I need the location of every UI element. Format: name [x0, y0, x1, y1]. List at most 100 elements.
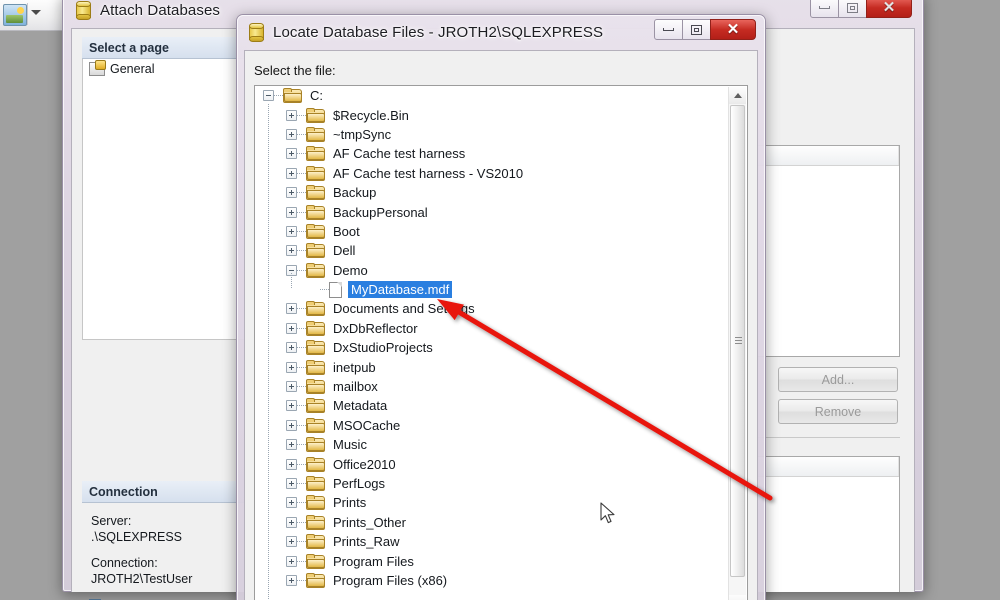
expand-icon[interactable]	[286, 225, 297, 237]
minimize-button[interactable]	[810, 0, 839, 18]
expand-icon[interactable]	[286, 206, 297, 218]
close-button[interactable]: ✕	[866, 0, 912, 18]
scroll-up-button[interactable]	[729, 87, 746, 104]
tree-item[interactable]: inetpub	[255, 357, 728, 376]
chevron-down-icon[interactable]	[31, 10, 41, 15]
expand-icon[interactable]	[286, 245, 297, 257]
expand-icon[interactable]	[286, 439, 297, 451]
tree-item[interactable]: MyDatabase.mdf	[255, 280, 728, 299]
database-icon	[249, 22, 264, 42]
folder-icon	[306, 534, 325, 550]
tree-connector-line	[297, 172, 306, 174]
collapse-icon[interactable]	[263, 90, 274, 102]
tree-item[interactable]: PerfLogs	[255, 474, 728, 493]
tree-connector-line	[297, 483, 306, 484]
tree-connector-line	[297, 502, 306, 504]
tree-connector-line	[297, 153, 306, 155]
folder-icon	[283, 88, 302, 104]
folder-icon	[306, 398, 325, 414]
tree-item[interactable]: Dell	[255, 241, 728, 260]
tree-item[interactable]: AF Cache test harness - VS2010	[255, 164, 728, 183]
expand-icon[interactable]	[286, 536, 297, 548]
expand-icon[interactable]	[286, 516, 297, 528]
expand-icon[interactable]	[286, 574, 297, 586]
expand-icon[interactable]	[286, 322, 297, 334]
maximize-button[interactable]	[682, 19, 711, 40]
scroll-down-button[interactable]	[729, 595, 746, 600]
select-a-page-list: General	[82, 59, 247, 340]
tree-branch-line	[291, 272, 292, 289]
tree-item[interactable]: DxDbReflector	[255, 319, 728, 338]
tree-item-label: MSOCache	[333, 417, 401, 433]
tree-item[interactable]: BackupPersonal	[255, 202, 728, 221]
tree-vertical-scrollbar[interactable]	[728, 87, 746, 600]
tree-connector-line	[297, 347, 306, 349]
tree-connector-line	[297, 579, 306, 581]
maximize-icon	[847, 2, 858, 13]
expand-icon[interactable]	[286, 167, 297, 179]
tree-item[interactable]: C:	[255, 86, 728, 105]
close-button[interactable]: ✕	[710, 19, 756, 40]
tree-item[interactable]: Prints	[255, 493, 728, 512]
tree-item[interactable]: ~tmpSync	[255, 125, 728, 144]
expand-icon[interactable]	[286, 342, 297, 354]
tree-item[interactable]: mailbox	[255, 377, 728, 396]
file-tree[interactable]: C: $Recycle.Bin ~tmpSync AF Cache test harn…	[255, 86, 728, 600]
expand-icon[interactable]	[286, 109, 297, 121]
tree-item-label: PerfLogs	[333, 476, 386, 491]
tree-item-label: Program Files (x86)	[333, 572, 448, 588]
expand-icon[interactable]	[286, 555, 297, 567]
tree-connector-line	[297, 327, 306, 329]
remove-button[interactable]: Remove	[778, 399, 898, 424]
tree-item[interactable]: Prints_Other	[255, 513, 728, 532]
tree-item-label: Dell	[333, 243, 356, 259]
expand-icon[interactable]	[286, 400, 297, 412]
tree-item[interactable]: Demo	[255, 261, 728, 280]
tree-item[interactable]: Music	[255, 435, 728, 454]
folder-icon	[306, 301, 325, 317]
expand-icon[interactable]	[286, 381, 297, 393]
tree-item[interactable]: Prints_Raw	[255, 532, 728, 551]
expand-icon[interactable]	[286, 478, 297, 489]
tree-item[interactable]: Office2010	[255, 454, 728, 473]
tree-item-label: Music	[333, 437, 367, 453]
folder-icon	[306, 243, 325, 259]
expand-icon[interactable]	[286, 148, 297, 160]
minimize-icon	[819, 6, 830, 9]
tree-item[interactable]: Backup	[255, 183, 728, 202]
expand-icon[interactable]	[286, 419, 297, 431]
tree-connector-line	[297, 230, 306, 232]
expand-icon[interactable]	[286, 361, 297, 373]
expand-icon[interactable]	[286, 187, 297, 199]
expand-icon[interactable]	[286, 497, 297, 509]
close-icon: ✕	[726, 21, 740, 38]
tree-item[interactable]: AF Cache test harness	[255, 144, 728, 163]
expand-icon[interactable]	[286, 458, 297, 470]
add-button[interactable]: Add...	[778, 367, 898, 392]
tree-connector-line	[297, 133, 306, 135]
tree-item-label: DxDbReflector	[333, 320, 418, 336]
tree-item[interactable]: MSOCache	[255, 416, 728, 435]
toolbar-divider	[27, 3, 28, 25]
tree-item[interactable]: DxStudioProjects	[255, 338, 728, 357]
locate-window-buttons: ✕	[654, 19, 756, 40]
tree-item[interactable]: Program Files (x86)	[255, 571, 728, 590]
tree-item[interactable]: Boot	[255, 222, 728, 241]
file-tree-box[interactable]: C: $Recycle.Bin ~tmpSync AF Cache test harn…	[254, 85, 748, 600]
tree-item[interactable]: Program Files	[255, 551, 728, 570]
minimize-button[interactable]	[654, 19, 683, 40]
scrollbar-thumb[interactable]	[730, 105, 745, 577]
expand-icon[interactable]	[286, 128, 297, 140]
tree-connector-line	[297, 114, 306, 116]
tree-item-label: Prints_Other	[333, 514, 406, 530]
tree-item[interactable]: $Recycle.Bin	[255, 105, 728, 124]
image-toolbar-icon[interactable]	[3, 4, 27, 26]
tree-item[interactable]: Metadata	[255, 396, 728, 415]
maximize-button[interactable]	[838, 0, 867, 18]
sidebar-item-general[interactable]: General	[83, 59, 246, 79]
tree-item-label: Documents and Settings	[333, 301, 475, 317]
connection-title: Connection	[89, 484, 158, 499]
tree-item[interactable]: Documents and Settings	[255, 299, 728, 318]
tree-connector-line	[320, 289, 329, 291]
expand-icon[interactable]	[286, 303, 297, 315]
